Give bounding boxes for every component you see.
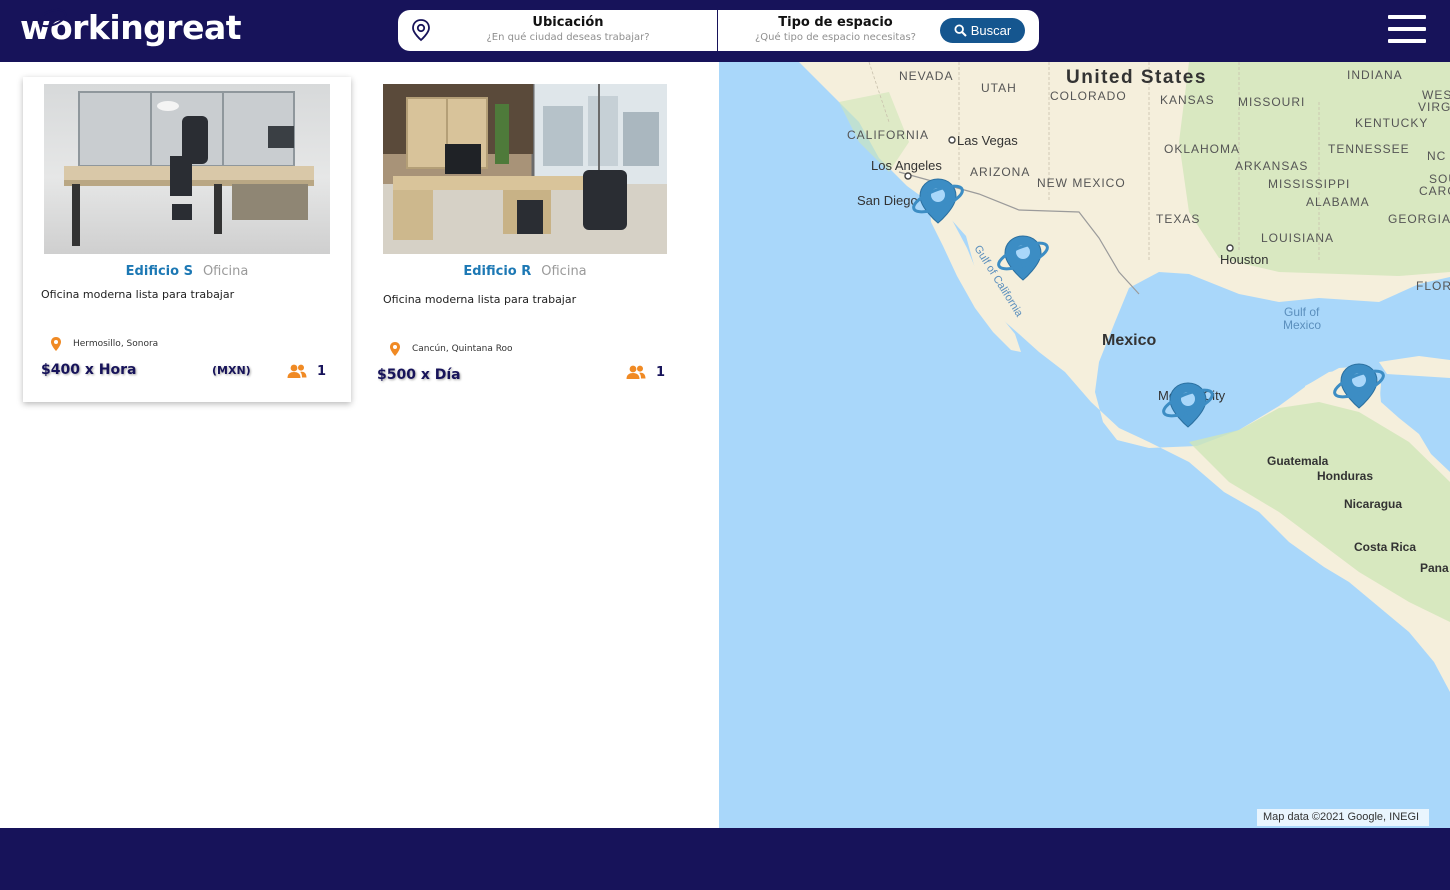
map-label-alabama: ALABAMA: [1306, 195, 1370, 209]
menu-icon[interactable]: [1388, 15, 1426, 43]
listing-price: $400 x Hora: [41, 362, 137, 378]
listing-capacity-count: 1: [317, 363, 327, 379]
location-field-placeholder: ¿En qué ciudad deseas trabajar?: [486, 32, 650, 43]
map-label-costa-rica: Costa Rica: [1354, 540, 1416, 554]
listing-description: Oficina moderna lista para trabajar: [41, 288, 235, 301]
location-field-title: Ubicación: [532, 15, 604, 30]
map-label-panama: Pana: [1420, 561, 1449, 575]
listing-price: $500 x Día: [377, 367, 461, 383]
map-label-colorado: COLORADO: [1050, 89, 1127, 103]
map-label-georgia: GEORGIA: [1388, 212, 1450, 226]
listing-currency: (MXN): [212, 364, 251, 377]
map-canvas: NEVADA UTAH United States COLORADO KANSA…: [799, 62, 1450, 692]
map-label-oklahoma: OKLAHOMA: [1164, 142, 1240, 156]
map-label-guatemala: Guatemala: [1267, 454, 1329, 468]
listing-location-text: Hermosillo, Sonora: [73, 339, 159, 349]
space-type-field-placeholder: ¿Qué tipo de espacio necesitas?: [755, 32, 916, 43]
map-label-united-states: United States: [1066, 67, 1207, 88]
listing-location-text: Cancún, Quintana Roo: [412, 344, 513, 354]
footer-bar: [0, 828, 1450, 890]
map-label-new-mexico: NEW MEXICO: [1037, 176, 1126, 190]
search-button[interactable]: Buscar: [940, 18, 1025, 43]
map-label-kansas: KANSAS: [1160, 93, 1215, 107]
map-pin-icon: [51, 337, 61, 351]
listing-photo: [383, 84, 667, 254]
map-label-las-vegas: Las Vegas: [957, 133, 1018, 148]
map-label-gulf-mexico: Mexico: [1283, 318, 1321, 332]
map-label-mexico: Mexico: [1102, 332, 1156, 349]
map-label-virginia: VIRGINI: [1418, 100, 1450, 114]
map-label-san-diego: San Diego: [857, 193, 918, 208]
listing-location: Cancún, Quintana Roo: [388, 341, 513, 357]
listing-photo: [44, 84, 330, 254]
space-type-field[interactable]: Tipo de espacio ¿Qué tipo de espacio nec…: [738, 14, 933, 45]
listing-capacity-count: 1: [656, 364, 666, 380]
map-label-houston: Houston: [1220, 252, 1268, 267]
listing-card[interactable]: Edificio R Oficina Oficina moderna lista …: [370, 77, 680, 402]
map-label-nc: NC: [1427, 149, 1446, 163]
people-icon: [287, 364, 307, 378]
listing-capacity: 1: [626, 364, 665, 380]
map-label-louisiana: LOUISIANA: [1261, 231, 1334, 245]
space-type-field-title: Tipo de espacio: [778, 15, 893, 30]
map-label-honduras: Honduras: [1317, 469, 1373, 483]
listing-name[interactable]: Edificio R: [463, 264, 531, 279]
search-button-label: Buscar: [970, 23, 1012, 38]
map-label-indiana: INDIANA: [1347, 68, 1403, 82]
land-cuba: [1379, 356, 1450, 378]
map-label-nevada: NEVADA: [899, 69, 953, 83]
map-label-nicaragua: Nicaragua: [1344, 497, 1402, 511]
listing-title-row: Edificio S Oficina: [23, 264, 351, 279]
map-pin-icon: [390, 342, 400, 356]
map-label-carolina: CAROLI: [1419, 184, 1450, 198]
map-label-utah: UTAH: [981, 81, 1017, 95]
map-label-kentucky: KENTUCKY: [1355, 116, 1428, 130]
search-bar: Ubicación ¿En qué ciudad deseas trabajar…: [398, 10, 1039, 51]
map-label-mississippi: MISSISSIPPI: [1268, 177, 1350, 191]
listing-title-row: Edificio R Oficina: [370, 264, 680, 279]
people-icon: [626, 365, 646, 379]
map-label-missouri: MISSOURI: [1238, 95, 1305, 109]
listing-name[interactable]: Edificio S: [126, 264, 193, 279]
map-label-california: CALIFORNIA: [847, 128, 929, 142]
map-label-gulf-of: Gulf of: [1284, 305, 1320, 319]
search-icon: [954, 24, 967, 37]
map-label-arkansas: ARKANSAS: [1235, 159, 1308, 173]
city-dot-los-angeles: [904, 172, 912, 180]
search-divider: [717, 10, 718, 51]
map-label-texas: TEXAS: [1156, 212, 1200, 226]
listing-description: Oficina moderna lista para trabajar: [383, 293, 577, 306]
map-label-tennessee: TENNESSEE: [1328, 142, 1410, 156]
listing-type: Oficina: [202, 264, 249, 279]
top-navbar: workingreat Ubicación ¿En qué ciudad des…: [0, 0, 1450, 62]
map-view[interactable]: NEVADA UTAH United States COLORADO KANSA…: [719, 62, 1450, 828]
location-field[interactable]: Ubicación ¿En qué ciudad deseas trabajar…: [468, 14, 668, 45]
listing-card[interactable]: Edificio S Oficina Oficina moderna lista …: [23, 77, 351, 402]
city-dot-houston: [1226, 244, 1234, 252]
map-label-los-angeles: Los Angeles: [871, 158, 942, 173]
city-dot-las-vegas: [948, 136, 956, 144]
listing-type: Oficina: [541, 264, 587, 279]
listing-location: Hermosillo, Sonora: [49, 336, 158, 352]
location-pin-icon: [412, 19, 430, 42]
map-label-arizona: ARIZONA: [970, 165, 1030, 179]
map-attribution[interactable]: Map data ©2021 Google, INEGI: [1257, 809, 1430, 826]
map-label-florida: FLORID: [1416, 279, 1450, 293]
listing-capacity: 1: [287, 363, 326, 379]
